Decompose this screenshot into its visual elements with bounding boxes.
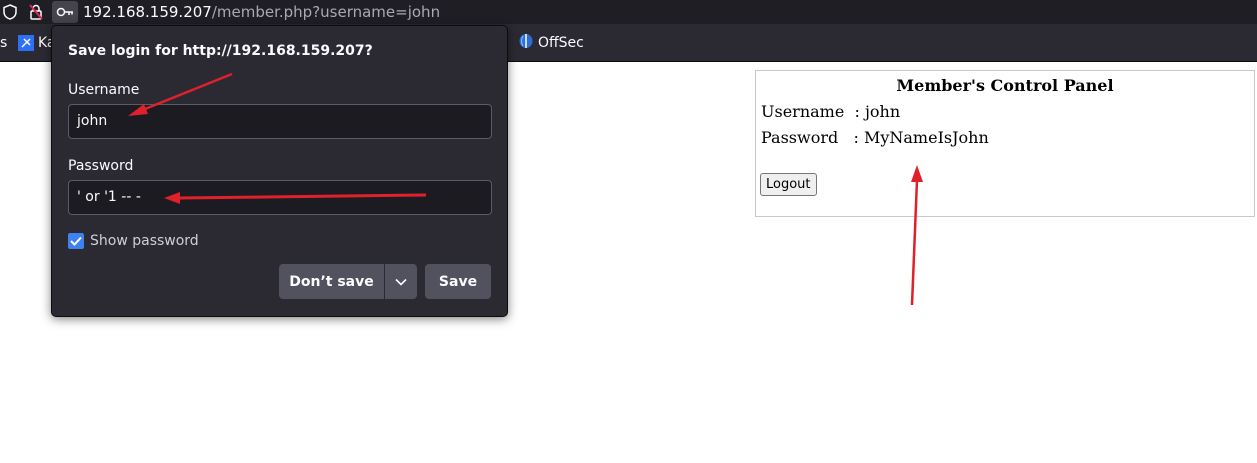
username-row: Username : john xyxy=(761,102,901,121)
dont-save-button[interactable]: Don’t save xyxy=(279,264,384,299)
url-text[interactable]: 192.168.159.207/member.php?username=john xyxy=(83,2,440,22)
member-control-panel: Member's Control Panel Username : john P… xyxy=(755,70,1255,217)
dont-save-label: Don’t save xyxy=(289,273,374,290)
save-button[interactable]: Save xyxy=(425,264,491,299)
show-password-checkbox[interactable] xyxy=(68,233,84,249)
dont-save-menu-button[interactable] xyxy=(385,264,417,299)
url-host: 192.168.159.207 xyxy=(83,3,212,21)
chevron-down-icon xyxy=(395,274,407,290)
shield-icon[interactable] xyxy=(2,0,18,24)
lock-slash-icon[interactable] xyxy=(28,0,44,24)
kali-icon xyxy=(18,35,34,51)
offsec-icon xyxy=(518,33,534,53)
save-login-popup: Save login for http://192.168.159.207? U… xyxy=(51,25,508,317)
password-row: Password : MyNameIsJohn xyxy=(761,128,989,147)
bookmark-label: OffSec xyxy=(538,35,584,51)
show-password-toggle[interactable]: Show password xyxy=(68,233,199,249)
panel-title: Member's Control Panel xyxy=(896,76,1114,95)
password-label: Password xyxy=(68,158,134,174)
url-path: /member.php?username=john xyxy=(211,3,441,21)
bookmark-item-offsec[interactable]: OffSec xyxy=(518,24,584,62)
popup-title: Save login for http://192.168.159.207? xyxy=(68,43,373,59)
show-password-label: Show password xyxy=(90,233,199,249)
username-field[interactable]: john xyxy=(68,104,492,139)
key-icon[interactable] xyxy=(52,1,78,23)
password-field[interactable]: ' or '1 -- - xyxy=(68,180,492,215)
logout-button[interactable]: Logout xyxy=(760,173,817,196)
bookmark-item[interactable]: s xyxy=(0,24,7,62)
url-bar: 192.168.159.207/member.php?username=john xyxy=(0,0,1257,24)
save-label: Save xyxy=(438,273,478,290)
bookmark-label: s xyxy=(0,35,8,51)
bookmark-item-kali[interactable]: Ka xyxy=(18,24,56,62)
username-label: Username xyxy=(68,82,140,98)
